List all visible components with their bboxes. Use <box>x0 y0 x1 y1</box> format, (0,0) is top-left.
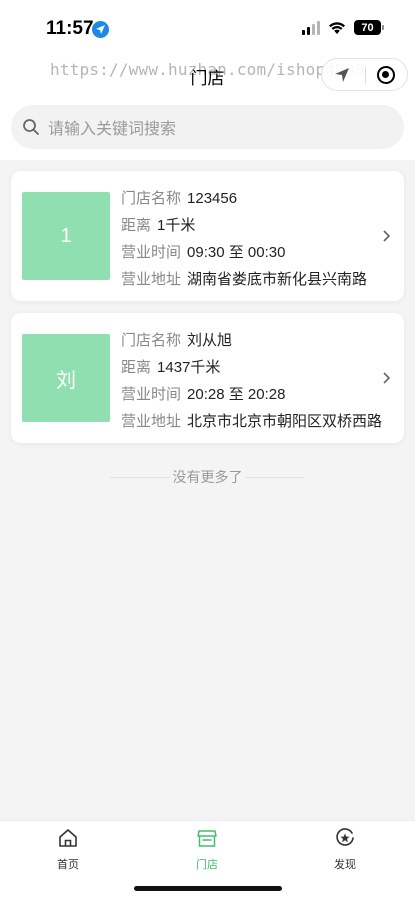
tab-discover[interactable]: 发现 <box>315 827 375 872</box>
battery-icon: 70 <box>354 20 384 35</box>
store-card[interactable]: 1 门店名称 123456 距离 1千米 营业时间 09:30 至 00:30 营业地… <box>11 171 404 301</box>
chevron-right-icon <box>383 372 391 384</box>
distance-label: 距离 <box>121 217 152 234</box>
store-hours: 09:30 至 00:30 <box>187 244 286 261</box>
distance-label: 距离 <box>121 359 152 376</box>
tab-store[interactable]: 门店 <box>177 827 237 872</box>
store-thumbnail: 刘 <box>22 334 110 422</box>
store-address: 北京市北京市朝阳区双桥西路 <box>187 413 383 430</box>
home-icon <box>59 829 77 847</box>
store-card[interactable]: 刘 门店名称 刘从旭 距离 1437千米 营业时间 20:28 至 20:28 营业地… <box>11 313 404 443</box>
search-section: 请输入关键词搜索 <box>0 96 415 160</box>
hours-label: 营业时间 <box>121 386 182 403</box>
wifi-icon <box>329 21 345 34</box>
store-hours: 20:28 至 20:28 <box>187 386 286 403</box>
cellular-signal-icon <box>302 20 320 35</box>
address-label: 营业地址 <box>121 413 182 430</box>
list-end-text: 没有更多了 <box>0 467 415 487</box>
store-icon <box>197 830 217 847</box>
status-bar: 11:57 70 <box>0 0 415 56</box>
tab-label: 门店 <box>196 859 218 871</box>
status-time: 11:57 <box>46 18 94 39</box>
store-distance: 1437千米 <box>157 359 221 376</box>
home-indicator <box>134 886 282 891</box>
store-thumbnail: 1 <box>22 192 110 280</box>
hours-label: 营业时间 <box>121 244 182 261</box>
store-info: 门店名称 123456 距离 1千米 营业时间 09:30 至 00:30 营业地址湖… <box>121 185 367 293</box>
store-address: 湖南省娄底市新化县兴南路 <box>187 271 368 288</box>
store-name-label: 门店名称 <box>121 332 182 349</box>
address-label: 营业地址 <box>121 271 182 288</box>
store-name: 刘从旭 <box>187 332 233 349</box>
status-indicators: 70 <box>302 20 384 35</box>
navigation-bar: https://www.huzhan.com/ishop4009 门店 <box>0 56 415 96</box>
tab-label: 发现 <box>334 859 356 871</box>
store-name: 123456 <box>187 190 238 207</box>
navigation-arrow-icon[interactable] <box>334 67 350 83</box>
search-icon <box>23 119 39 135</box>
tab-label: 首页 <box>57 859 79 871</box>
search-input[interactable]: 请输入关键词搜索 <box>11 105 404 149</box>
tab-home[interactable]: 首页 <box>38 827 98 872</box>
location-arrow-icon <box>92 21 109 38</box>
capsule-divider <box>365 67 366 84</box>
close-target-icon[interactable] <box>377 66 395 84</box>
mini-program-capsule <box>321 58 408 91</box>
chevron-right-icon <box>383 230 391 242</box>
store-distance: 1千米 <box>157 217 196 234</box>
store-name-label: 门店名称 <box>121 190 182 207</box>
discover-icon <box>336 828 354 846</box>
search-placeholder: 请输入关键词搜索 <box>48 121 177 138</box>
store-info: 门店名称 刘从旭 距离 1437千米 营业时间 20:28 至 20:28 营业地址北… <box>121 327 382 435</box>
